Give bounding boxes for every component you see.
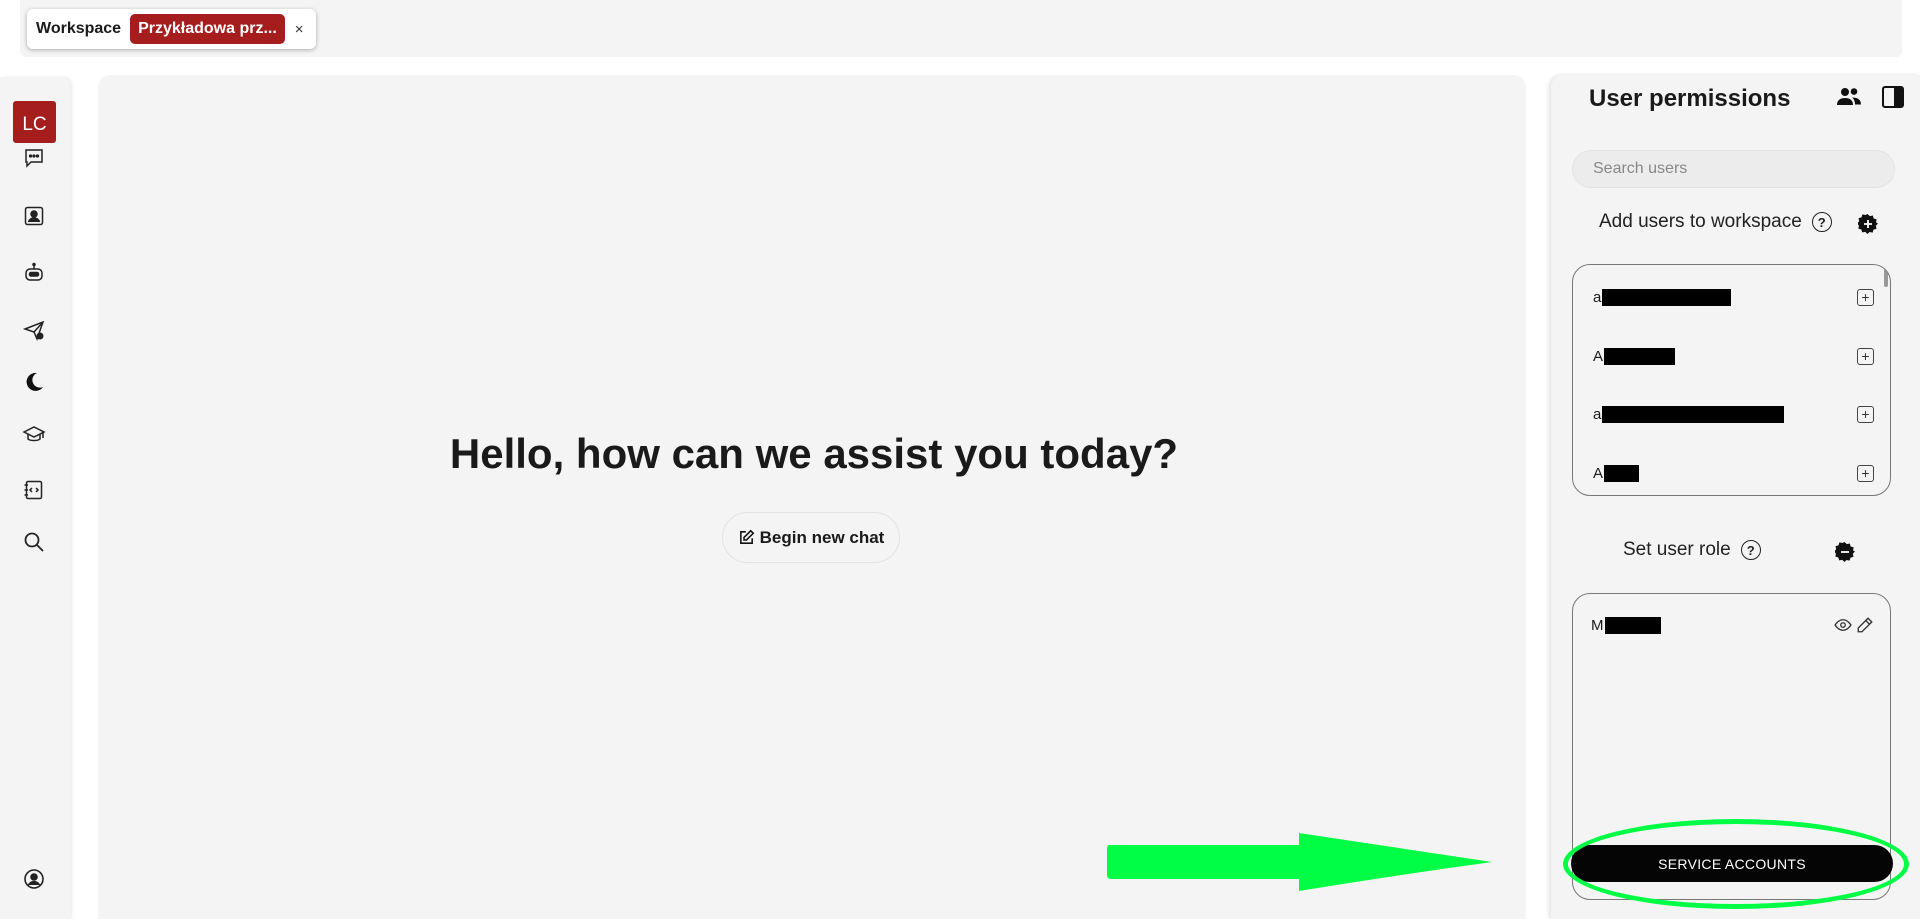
redacted-name xyxy=(1602,405,1785,423)
add-user-button[interactable]: + xyxy=(1857,405,1874,423)
edit-icon xyxy=(739,529,754,544)
moon-icon[interactable] xyxy=(21,369,47,395)
redacted-name xyxy=(1602,288,1732,306)
begin-new-chat-button[interactable]: Begin new chat xyxy=(722,512,900,563)
begin-new-chat-label: Begin new chat xyxy=(759,527,885,547)
list-item: A + xyxy=(1593,345,1874,367)
service-accounts-button[interactable]: SERVICE ACCOUNTS xyxy=(1571,845,1893,882)
add-users-label: Add users to workspace xyxy=(1599,211,1802,232)
redacted-name xyxy=(1604,347,1676,365)
user-permissions-panel: User permissions Add users to workspace … xyxy=(1551,75,1920,919)
add-users-header: Add users to workspace ? xyxy=(1599,211,1832,233)
main-content: Hello, how can we assist you today? Begi… xyxy=(98,75,1526,919)
avatar[interactable]: LC xyxy=(13,101,56,143)
left-rail: LC ! xyxy=(0,77,70,919)
chat-icon[interactable] xyxy=(21,145,47,171)
arrow-annotation xyxy=(1107,833,1492,891)
redacted-name xyxy=(1604,616,1661,634)
add-user-button[interactable]: + xyxy=(1857,288,1874,306)
scrollbar[interactable] xyxy=(1884,265,1888,287)
redacted-name xyxy=(1604,464,1640,482)
list-item: A + xyxy=(1593,462,1874,484)
robot-icon[interactable] xyxy=(21,260,47,286)
add-user-button[interactable]: + xyxy=(1857,347,1874,365)
workspace-chip[interactable]: Workspace Przykładowa prz... × xyxy=(27,9,316,49)
workspace-label: Workspace xyxy=(36,20,122,37)
add-user-button[interactable]: + xyxy=(1857,464,1874,482)
code-file-icon[interactable] xyxy=(21,477,47,503)
svg-text:!: ! xyxy=(39,334,40,340)
workspace-name-badge[interactable]: Przykładowa prz... xyxy=(130,14,285,44)
panel-title: User permissions xyxy=(1589,85,1791,112)
help-icon[interactable]: ? xyxy=(1811,212,1832,232)
panel-toggle-icon[interactable] xyxy=(1881,85,1905,109)
search-icon[interactable] xyxy=(21,529,47,555)
contact-card-icon[interactable] xyxy=(21,203,47,229)
send-notification-icon[interactable]: ! xyxy=(21,317,47,343)
set-role-header: Set user role ? xyxy=(1623,539,1761,561)
search-users-input[interactable] xyxy=(1572,150,1895,188)
page-title: Hello, how can we assist you today? xyxy=(449,430,1179,477)
user-circle-icon[interactable] xyxy=(21,866,47,892)
set-role-label: Set user role xyxy=(1623,539,1731,560)
close-icon[interactable]: × xyxy=(295,21,304,38)
eye-icon[interactable] xyxy=(1834,616,1852,634)
help-icon[interactable]: ? xyxy=(1740,540,1761,560)
pencil-icon[interactable] xyxy=(1856,616,1874,634)
graduation-cap-icon[interactable] xyxy=(21,422,47,448)
add-users-list: a + A + a + A + xyxy=(1572,264,1891,496)
add-badge-icon[interactable] xyxy=(1858,214,1878,234)
remove-badge-icon[interactable] xyxy=(1835,542,1855,562)
list-item: a + xyxy=(1593,403,1874,425)
list-item: a + xyxy=(1593,286,1874,308)
users-icon[interactable] xyxy=(1836,85,1862,109)
list-item: M xyxy=(1591,614,1874,636)
